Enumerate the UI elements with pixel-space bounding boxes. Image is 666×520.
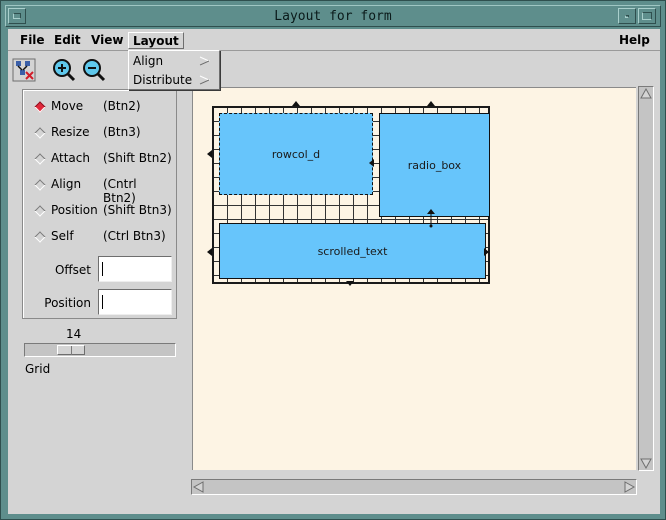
offset-field[interactable] — [98, 256, 172, 282]
position-label: Position — [44, 296, 91, 310]
attach-handle — [346, 281, 354, 286]
submenu-arrow-icon — [199, 56, 211, 66]
radio-indicator — [34, 153, 46, 165]
menu-layout[interactable]: Layout — [128, 32, 184, 49]
menu-view[interactable]: View — [87, 32, 127, 49]
widget-tree-button[interactable] — [12, 58, 36, 82]
zoom-out-icon — [83, 59, 106, 82]
attach-handle — [207, 150, 212, 158]
horizontal-scrollbar-arrows — [192, 481, 636, 493]
zoom-out-button[interactable] — [82, 58, 106, 82]
layout-menu-align[interactable]: Align — [133, 52, 215, 70]
scroll-down-icon — [640, 458, 652, 470]
zoom-in-icon — [53, 59, 76, 82]
layout-canvas[interactable]: rowcol_d radio_box scrolled_text — [192, 87, 636, 470]
attach-handle — [427, 209, 435, 214]
position-field[interactable] — [98, 289, 172, 315]
mode-radio-self[interactable]: Self (Ctrl Btn3) — [33, 229, 173, 247]
mode-label: Position — [51, 203, 98, 217]
radio-indicator-selected — [34, 101, 46, 113]
mode-label: Self — [51, 229, 74, 243]
widget-tree-icon — [12, 58, 36, 82]
window-title: Layout for form — [274, 9, 392, 24]
mode-panel: Move (Btn2) Resize (Btn3) Attach (Shift … — [22, 89, 177, 319]
menu-help[interactable]: Help — [615, 32, 654, 49]
title-bar[interactable]: Layout for form — [5, 5, 661, 27]
radio-indicator — [34, 127, 46, 139]
vertical-scrollbar[interactable] — [638, 86, 654, 471]
mode-radio-align[interactable]: Align (Cntrl Btn2) — [33, 177, 173, 205]
radio-indicator — [34, 231, 46, 243]
zoom-in-button[interactable] — [52, 58, 76, 82]
text-caret — [102, 262, 103, 276]
mode-label: Resize — [51, 125, 90, 139]
mode-label: Move — [51, 99, 84, 113]
scroll-left-icon — [192, 481, 204, 493]
grid-value: 14 — [66, 327, 82, 341]
layout-menu-dropdown: Align Distribute — [128, 50, 220, 90]
attach-handle — [207, 248, 212, 256]
attachment-handles — [207, 101, 489, 286]
menu-file-label: File — [20, 33, 45, 47]
menu-edit[interactable]: Edit — [50, 32, 85, 49]
mode-shortcut: (Ctrl Btn3) — [103, 229, 166, 243]
attach-handle — [292, 101, 300, 106]
submenu-arrow-icon — [199, 75, 211, 85]
mode-shortcut: (Btn2) — [103, 99, 141, 113]
attach-handle — [484, 248, 489, 256]
menu-help-label: Help — [619, 33, 650, 47]
horizontal-scrollbar[interactable] — [191, 479, 637, 495]
mode-shortcut: (Btn3) — [103, 125, 141, 139]
mode-radio-position[interactable]: Position (Shift Btn3) — [33, 203, 173, 221]
menu-layout-label: Layout — [133, 34, 179, 48]
menu-file[interactable]: File — [16, 32, 49, 49]
mode-label: Attach — [51, 151, 90, 165]
grid-slider-thumb[interactable] — [57, 345, 85, 355]
maximize-button[interactable] — [638, 8, 656, 24]
mode-shortcut: (Cntrl Btn2) — [103, 177, 137, 205]
grid-label: Grid — [25, 362, 51, 376]
mode-radio-resize[interactable]: Resize (Btn3) — [33, 125, 173, 143]
grid-slider[interactable] — [24, 343, 176, 357]
minimize-button[interactable] — [618, 8, 636, 24]
mode-radio-move[interactable]: Move (Btn2) — [33, 99, 173, 117]
align-label: Align — [133, 54, 164, 68]
attach-handle — [369, 159, 374, 167]
menu-bar: File Edit View Layout Help — [8, 29, 660, 51]
offset-label: Offset — [54, 263, 91, 277]
menu-edit-label: Edit — [54, 33, 81, 47]
attach-handle — [427, 101, 435, 106]
mode-shortcut: (Shift Btn2) — [103, 151, 172, 165]
radio-indicator — [34, 205, 46, 217]
distribute-label: Distribute — [133, 73, 193, 87]
vertical-scrollbar-arrows — [640, 87, 652, 470]
mode-label: Align — [51, 177, 82, 191]
minimize-icon — [625, 15, 629, 18]
maximize-icon — [642, 12, 652, 20]
scroll-up-icon — [640, 87, 652, 99]
mode-shortcut: (Shift Btn3) — [103, 203, 172, 217]
text-caret — [102, 295, 103, 309]
scroll-right-icon — [624, 481, 636, 493]
application-window: Layout for form File Edit View Layout He… — [0, 0, 666, 520]
radio-indicator — [34, 179, 46, 191]
mode-radio-attach[interactable]: Attach (Shift Btn2) — [33, 151, 173, 169]
layout-menu-distribute[interactable]: Distribute — [133, 71, 215, 89]
menu-view-label: View — [91, 33, 124, 47]
form-frame[interactable]: rowcol_d radio_box scrolled_text — [207, 101, 490, 286]
main-area: File Edit View Layout Help Align Distrib… — [8, 29, 660, 514]
